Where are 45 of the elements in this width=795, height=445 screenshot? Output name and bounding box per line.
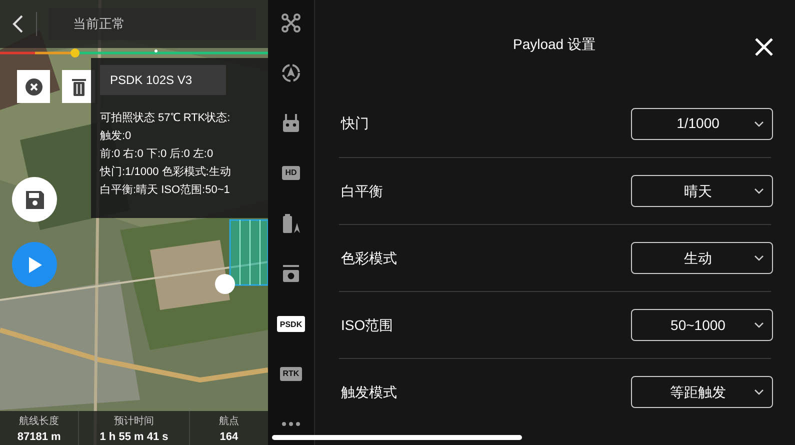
setting-dropdown[interactable]: 晴天: [631, 175, 773, 207]
stat-value: 1 h 55 m 41 s: [100, 430, 168, 444]
close-icon[interactable]: [754, 37, 774, 57]
stat-label: 航线长度: [19, 416, 60, 428]
sidebar-tab[interactable]: PSDK: [276, 316, 306, 332]
card-title: PSDK 102S V3: [100, 65, 226, 95]
setting-dropdown[interactable]: 等距触发: [631, 376, 773, 408]
more-icon[interactable]: [281, 421, 301, 427]
close-button[interactable]: [17, 70, 50, 103]
close-icon: [24, 78, 42, 96]
setting-dropdown[interactable]: 1/1000: [631, 108, 773, 140]
status-line: 可拍照状态 57℃ RTK状态:: [100, 111, 232, 125]
trash-icon: [72, 78, 86, 96]
battery-icon[interactable]: [281, 212, 301, 234]
play-icon: [26, 256, 42, 274]
setting-label: 触发模式: [341, 382, 397, 402]
compass-icon[interactable]: [281, 63, 301, 84]
sidebar-tab[interactable]: HD: [282, 166, 300, 180]
camera-icon[interactable]: [281, 264, 301, 284]
remote-controller-icon[interactable]: [281, 113, 301, 134]
status-text: 当前正常: [49, 8, 256, 40]
stat-value: 164: [220, 430, 238, 444]
stat-label: 预计时间: [114, 416, 154, 428]
setting-dropdown[interactable]: 50~1000: [631, 309, 773, 341]
save-icon: [24, 190, 44, 210]
chevron-down-icon: [754, 322, 764, 328]
status-line: 前:0 右:0 下:0 后:0 左:0: [100, 147, 214, 161]
stat-value: 87181 m: [17, 430, 61, 444]
back-icon[interactable]: [12, 14, 24, 34]
status-line: 快门:1/1000 色彩模式:生动: [100, 165, 232, 179]
setting-label: 色彩模式: [341, 248, 397, 268]
drone-icon[interactable]: [281, 13, 301, 33]
setting-label: 快门: [341, 114, 369, 133]
setting-label: 白平衡: [341, 182, 383, 200]
status-line: 白平衡:晴天 ISO范围:50~1: [100, 183, 231, 197]
status-line: 触发:0: [100, 129, 132, 143]
setting-label: ISO范围: [341, 316, 394, 334]
chevron-down-icon: [754, 120, 764, 126]
chevron-down-icon: [754, 188, 764, 194]
setting-dropdown[interactable]: 生动: [631, 242, 773, 274]
chevron-down-icon: [754, 255, 764, 261]
sidebar-tab[interactable]: RTK: [280, 366, 302, 381]
panel-title: Payload 设置: [513, 34, 596, 54]
stat-label: 航点: [218, 416, 239, 428]
chevron-down-icon: [754, 389, 764, 395]
